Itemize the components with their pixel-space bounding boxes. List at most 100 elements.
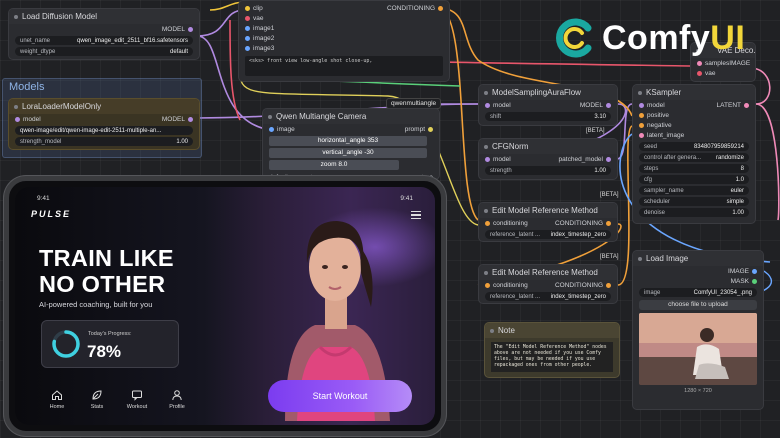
widget-value: qwen_image_edit_2511_bf16.safetensors [77, 37, 188, 44]
widget-value: 834807959859214 [693, 143, 744, 150]
input-label: vae [253, 14, 264, 22]
input-socket[interactable] [639, 102, 644, 108]
unet-name-widget[interactable]: unet_name qwen_image_edit_2511_bf16.safet… [15, 36, 193, 45]
note-text[interactable]: The "Edit Model Reference Method" nodes … [491, 342, 613, 372]
input-socket[interactable] [639, 122, 644, 128]
widget-label: steps [644, 165, 659, 172]
zoom-slider[interactable]: zoom 8.0 [269, 160, 399, 170]
output-socket[interactable] [606, 102, 611, 108]
input-socket[interactable] [697, 60, 702, 66]
wordmark-main: Comfy [602, 18, 711, 57]
input-socket[interactable] [485, 102, 490, 108]
tab-home[interactable]: Home [37, 389, 77, 410]
hero-subtitle: AI-powered coaching, built for you [39, 300, 153, 309]
output-socket[interactable] [428, 126, 433, 132]
input-label: latent_image [647, 131, 685, 139]
node-text-encode[interactable]: clip CONDITIONING vae image1 image2 image… [238, 0, 450, 82]
widget-label: denoise [644, 209, 666, 216]
input-label: conditioning [493, 281, 528, 289]
input-socket[interactable] [245, 5, 250, 11]
output-socket[interactable] [752, 268, 757, 274]
denoise-widget[interactable]: denoise 1.00 [639, 208, 749, 217]
strength-widget[interactable]: strength 1.00 [485, 166, 611, 175]
widget-label: strength_model [20, 138, 62, 145]
menu-icon[interactable] [411, 211, 421, 221]
node-load-diffusion-model[interactable]: Load Diffusion Model MODEL unet_name qwen… [8, 8, 200, 60]
input-socket[interactable] [245, 35, 250, 41]
group-title: Models [9, 81, 45, 93]
node-model-sampling-auraflow[interactable]: ModelSamplingAuraFlow model MODEL shift 3.… [478, 84, 618, 126]
node-title: Note [485, 323, 619, 338]
node-note[interactable]: Note The "Edit Model Reference Method" n… [484, 322, 620, 378]
node-lora-loader[interactable]: LoraLoaderModelOnly model MODEL qwen-imag… [8, 98, 200, 150]
strength-model-widget[interactable]: strength_model 1.00 [15, 137, 193, 146]
input-socket[interactable] [485, 156, 490, 162]
upload-button[interactable]: choose file to upload [639, 300, 757, 310]
image-preview [639, 313, 757, 385]
output-socket[interactable] [188, 116, 193, 122]
seed-widget[interactable]: seed 834807959859214 [639, 142, 749, 151]
widget-value: randomize [715, 154, 744, 161]
output-socket[interactable] [606, 156, 611, 162]
output-socket[interactable] [188, 26, 193, 32]
node-title: CFGNorm [479, 139, 617, 154]
node-ksampler[interactable]: KSampler model LATENT positive negative l… [632, 84, 756, 224]
start-workout-button[interactable]: Start Workout [268, 380, 412, 412]
horizontal-angle-slider[interactable]: horizontal_angle 353 [269, 136, 427, 146]
widget-label: weight_dtype [20, 48, 56, 55]
input-socket[interactable] [639, 112, 644, 118]
input-label: image [277, 125, 295, 133]
node-load-image[interactable]: Load Image IMAGE MASK image ComfyUI_23054… [632, 250, 764, 410]
input-socket[interactable] [245, 25, 250, 31]
output-socket[interactable] [744, 102, 749, 108]
progress-value: 78% [87, 342, 122, 361]
weight-dtype-widget[interactable]: weight_dtype default [15, 47, 193, 56]
input-socket[interactable] [697, 70, 702, 76]
widget-label: sampler_name [644, 187, 684, 194]
node-cfgnorm[interactable]: CFGNorm model patched_model strength 1.00 [478, 138, 618, 180]
reference-latent-widget[interactable]: reference_latent ... index_timestep_zero [485, 230, 611, 239]
leaf-icon [92, 390, 102, 400]
widget-value: 1.00 [594, 167, 606, 174]
steps-widget[interactable]: steps 8 [639, 164, 749, 173]
output-label: LATENT [716, 101, 741, 109]
output-socket[interactable] [438, 5, 443, 11]
input-label: image2 [253, 34, 275, 42]
input-label: image1 [253, 24, 275, 32]
input-socket[interactable] [639, 132, 644, 138]
shift-widget[interactable]: shift 3.10 [485, 112, 611, 121]
node-graph-canvas[interactable]: Models Load Diffusion Model MODEL unet_n… [0, 0, 780, 438]
input-socket[interactable] [245, 15, 250, 21]
scheduler-widget[interactable]: scheduler simple [639, 197, 749, 206]
output-socket[interactable] [606, 282, 611, 288]
widget-value: index_timestep_zero [550, 231, 606, 238]
node-edit-model-reference-2[interactable]: Edit Model Reference Method conditioning… [478, 264, 618, 304]
node-qwen-multiangle-camera[interactable]: Qwen Multiangle Camera image prompt horiz… [262, 108, 440, 180]
node-title: KSampler [633, 85, 755, 100]
input-socket[interactable] [485, 220, 490, 226]
tab-workout[interactable]: Workout [117, 389, 157, 410]
tab-stats[interactable]: Stats [77, 389, 117, 410]
cfg-widget[interactable]: cfg 1.0 [639, 175, 749, 184]
lora-name-widget[interactable]: qwen-image/edit/qwen-image-edit-2511-mul… [15, 126, 193, 135]
node-edit-model-reference-1[interactable]: Edit Model Reference Method conditioning… [478, 202, 618, 242]
input-label: samples [705, 59, 730, 67]
image-dimensions: 1280 × 720 [684, 388, 712, 394]
control-after-generate-widget[interactable]: control after genera... randomize [639, 153, 749, 162]
input-socket[interactable] [245, 45, 250, 51]
image-select-widget[interactable]: image ComfyUI_23054_.png [639, 288, 757, 297]
output-socket[interactable] [752, 278, 757, 284]
output-label: prompt [404, 125, 425, 133]
input-socket[interactable] [269, 126, 274, 132]
input-socket[interactable] [15, 116, 20, 122]
reference-latent-widget[interactable]: reference_latent ... index_timestep_zero [485, 292, 611, 301]
tab-profile[interactable]: Profile [157, 389, 197, 410]
vertical-angle-slider[interactable]: vertical_angle -30 [269, 148, 427, 158]
widget-value: simple [726, 198, 744, 205]
prompt-textarea[interactable]: <sks> front view low-angle shot close-up… [245, 56, 443, 76]
output-socket[interactable] [606, 220, 611, 226]
input-socket[interactable] [485, 282, 490, 288]
sampler-name-widget[interactable]: sampler_name euler [639, 186, 749, 195]
progress-card[interactable]: Today's Progress: 78% [41, 320, 179, 368]
input-label: negative [647, 121, 672, 129]
